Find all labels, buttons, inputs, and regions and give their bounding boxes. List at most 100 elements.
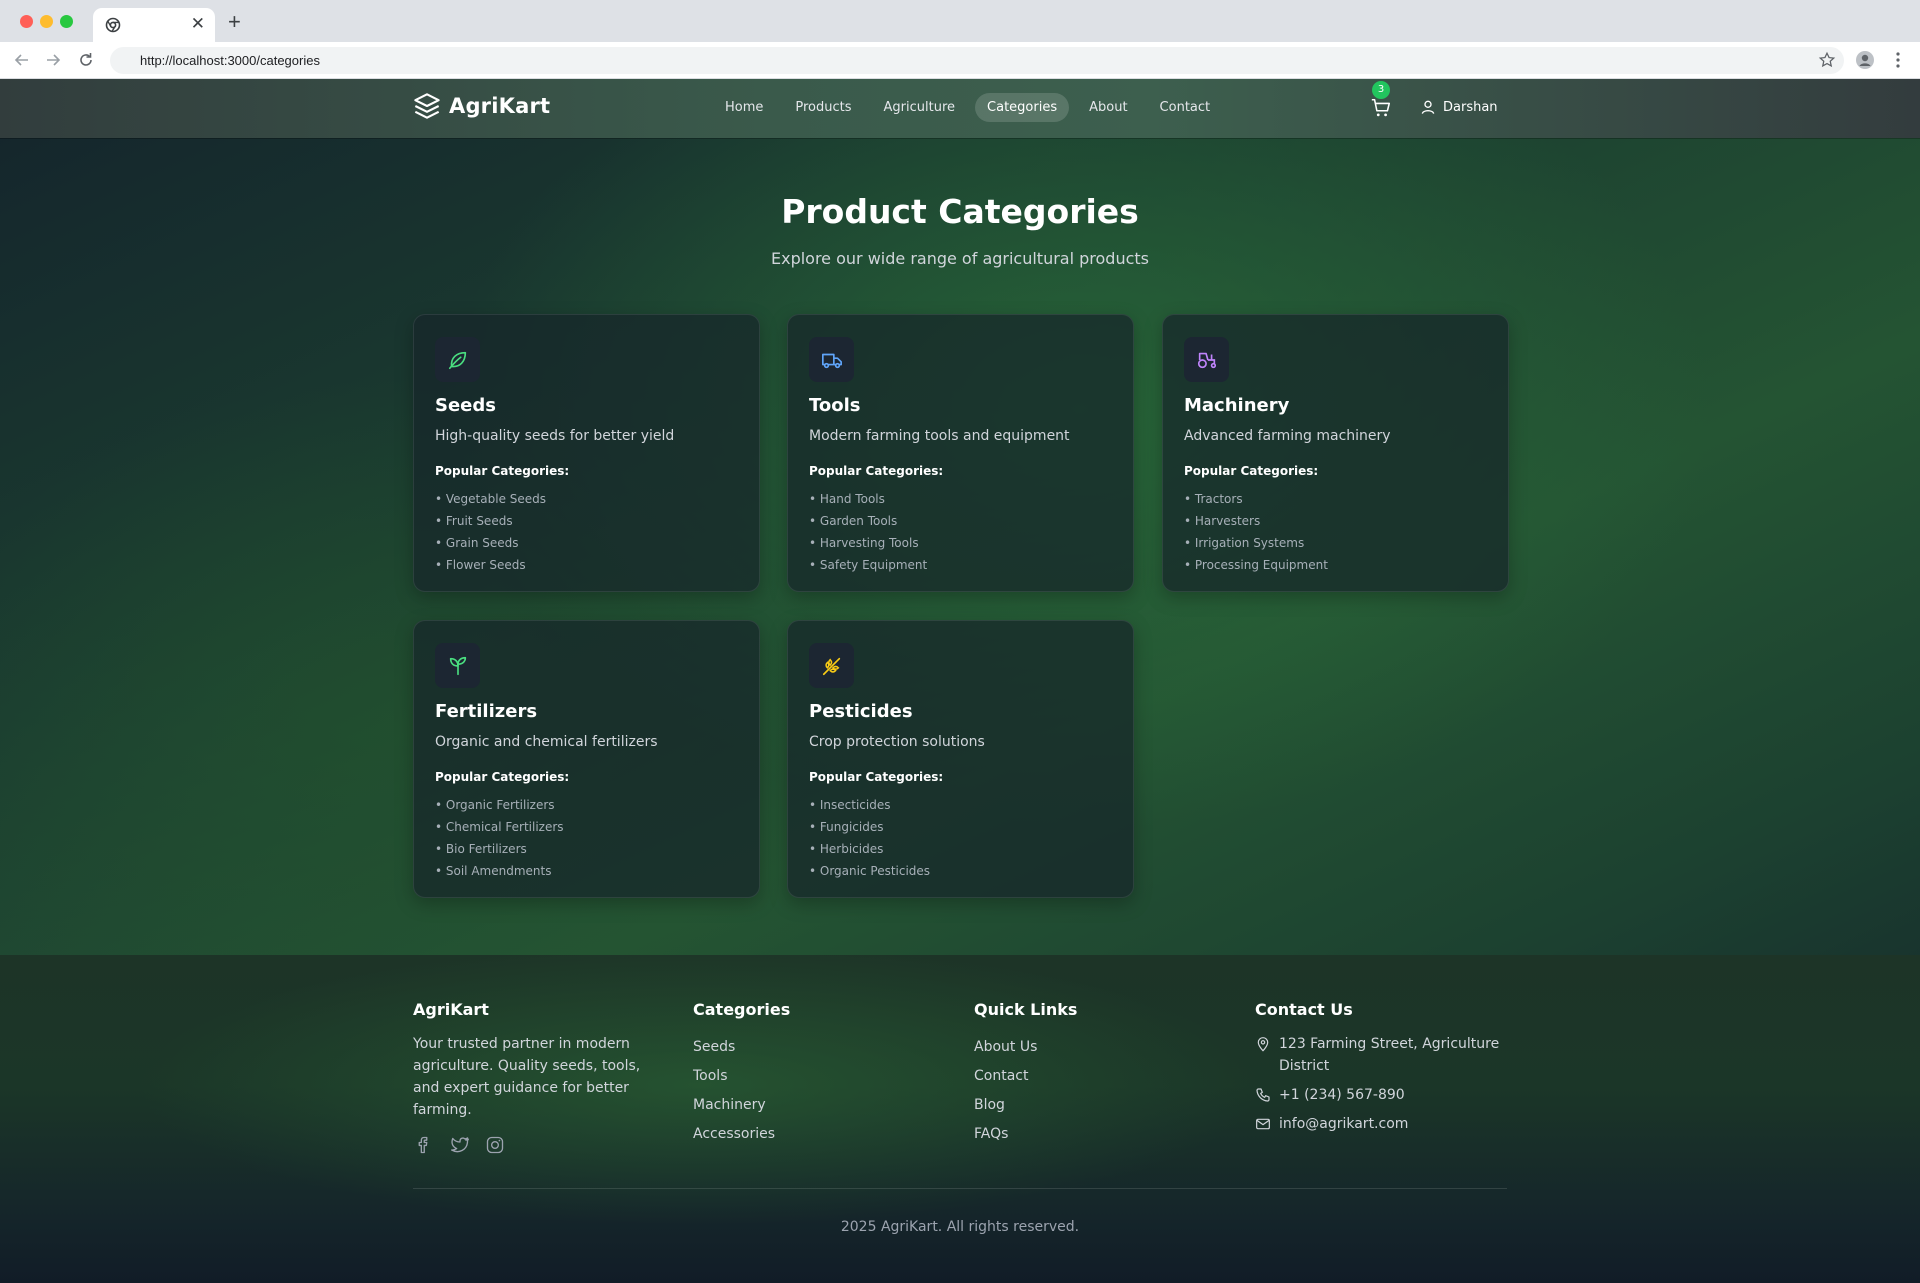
list-item: • Chemical Fertilizers — [435, 820, 564, 834]
nav-link-contact[interactable]: Contact — [1148, 93, 1223, 122]
close-tab-icon[interactable]: ✕ — [191, 14, 205, 34]
category-card-seeds[interactable]: Seeds High-quality seeds for better yiel… — [413, 314, 760, 592]
twitter-icon[interactable] — [449, 1135, 471, 1157]
footer-link-contact[interactable]: Contact — [974, 1062, 1077, 1091]
new-tab-button[interactable]: + — [228, 11, 241, 33]
footer-brand-column: AgriKart Your trusted partner in modern … — [413, 1000, 658, 1157]
url-text[interactable]: http://localhost:3000/categories — [140, 53, 320, 68]
list-item: • Bio Fertilizers — [435, 842, 527, 856]
footer-divider — [413, 1188, 1507, 1189]
nav-link-products[interactable]: Products — [783, 93, 863, 122]
category-card-machinery[interactable]: Machinery Advanced farming machinery Pop… — [1162, 314, 1509, 592]
contact-phone[interactable]: +1 (234) 567-890 — [1255, 1084, 1505, 1106]
footer-contact-title: Contact Us — [1255, 1000, 1353, 1019]
card-title: Seeds — [435, 395, 496, 416]
cart-count-badge: 3 — [1372, 81, 1390, 99]
footer-brand-title: AgriKart — [413, 1000, 489, 1019]
phone-text: +1 (234) 567-890 — [1279, 1087, 1405, 1103]
card-description: Advanced farming machinery — [1184, 428, 1391, 444]
card-title: Fertilizers — [435, 701, 538, 722]
nav-link-home[interactable]: Home — [713, 93, 775, 122]
card-description: Crop protection solutions — [809, 734, 985, 750]
footer-link-blog[interactable]: Blog — [974, 1091, 1077, 1120]
popular-categories-label: Popular Categories: — [1184, 464, 1319, 478]
browser-tab[interactable]: ✕ — [93, 8, 215, 42]
main-nav: Home Products Agriculture Categories Abo… — [713, 93, 1222, 122]
page-title: Product Categories — [781, 192, 1139, 231]
wheat-icon — [822, 657, 840, 675]
footer-quick-links-column: Quick Links About Us Contact Blog FAQs — [974, 1000, 1077, 1149]
site-footer: AgriKart Your trusted partner in modern … — [0, 955, 1920, 1283]
list-item: • Fruit Seeds — [435, 514, 513, 528]
brand-logo[interactable]: AgriKart — [413, 92, 550, 120]
user-menu[interactable]: Darshan — [1420, 99, 1498, 115]
maximize-window-button[interactable] — [60, 15, 73, 28]
footer-link-seeds[interactable]: Seeds — [693, 1033, 790, 1062]
list-item: • Harvesting Tools — [809, 536, 919, 550]
list-item: • Harvesters — [1184, 514, 1261, 528]
popular-categories-label: Popular Categories: — [809, 770, 944, 784]
footer-link-accessories[interactable]: Accessories — [693, 1120, 790, 1149]
site-navbar: AgriKart Home Products Agriculture Categ… — [0, 79, 1920, 138]
card-description: Modern farming tools and equipment — [809, 428, 1070, 444]
list-item: • Vegetable Seeds — [435, 492, 547, 506]
cart-icon[interactable] — [1370, 97, 1392, 119]
menu-kebab-icon[interactable] — [1888, 50, 1908, 70]
copyright-text: 2025 AgriKart. All rights reserved. — [840, 1219, 1080, 1235]
page-viewport: AgriKart Home Products Agriculture Categ… — [0, 79, 1920, 1283]
address-bar[interactable]: http://localhost:3000/categories — [110, 47, 1844, 74]
category-card-pesticides[interactable]: Pesticides Crop protection solutions Pop… — [787, 620, 1134, 898]
contact-email[interactable]: info@agrikart.com — [1255, 1113, 1505, 1135]
footer-categories-title: Categories — [693, 1000, 791, 1019]
leaf-icon — [448, 351, 466, 369]
minimize-window-button[interactable] — [40, 15, 53, 28]
tractor-icon — [1197, 352, 1216, 368]
profile-icon[interactable] — [1855, 50, 1875, 70]
list-item: • Fungicides — [809, 820, 884, 834]
map-pin-icon — [1257, 1037, 1269, 1052]
footer-link-about-us[interactable]: About Us — [974, 1033, 1077, 1062]
list-item: • Hand Tools — [809, 492, 885, 506]
layers-logo-icon — [414, 93, 440, 119]
address-text: 123 Farming Street, Agriculture District — [1279, 1036, 1500, 1074]
footer-contact-column: Contact Us 123 Farming Street, Agricultu… — [1255, 1000, 1505, 1142]
nav-link-agriculture[interactable]: Agriculture — [872, 93, 968, 122]
nav-link-about[interactable]: About — [1077, 93, 1139, 122]
subcategory-list: • Insecticides • Fungicides • Herbicides… — [809, 794, 930, 882]
subcategory-list: • Hand Tools • Garden Tools • Harvesting… — [809, 488, 927, 576]
user-icon — [1421, 100, 1435, 114]
card-icon-box — [435, 337, 480, 382]
close-window-button[interactable] — [20, 15, 33, 28]
footer-link-faqs[interactable]: FAQs — [974, 1120, 1077, 1149]
category-card-fertilizers[interactable]: Fertilizers Organic and chemical fertili… — [413, 620, 760, 898]
page-subtitle: Explore our wide range of agricultural p… — [770, 249, 1150, 268]
footer-link-tools[interactable]: Tools — [693, 1062, 790, 1091]
brand-name: AgriKart — [449, 94, 551, 118]
footer-quick-links-title: Quick Links — [974, 1000, 1078, 1019]
back-arrow-icon[interactable] — [12, 50, 32, 70]
facebook-icon[interactable] — [413, 1135, 435, 1157]
user-name: Darshan — [1443, 99, 1498, 115]
card-title: Pesticides — [809, 701, 913, 722]
contact-address: 123 Farming Street, Agriculture District — [1255, 1033, 1505, 1077]
category-card-tools[interactable]: Tools Modern farming tools and equipment… — [787, 314, 1134, 592]
mail-icon — [1256, 1118, 1270, 1130]
browser-titlebar: ✕ + — [0, 0, 1920, 42]
list-item: • Soil Amendments — [435, 864, 552, 878]
footer-link-machinery[interactable]: Machinery — [693, 1091, 790, 1120]
bookmark-star-icon[interactable] — [1818, 51, 1836, 69]
reload-icon[interactable] — [76, 50, 96, 70]
list-item: • Herbicides — [809, 842, 884, 856]
instagram-icon[interactable] — [485, 1135, 507, 1157]
card-icon-box — [435, 643, 480, 688]
forward-arrow-icon[interactable] — [43, 50, 63, 70]
popular-categories-label: Popular Categories: — [435, 464, 570, 478]
subcategory-list: • Vegetable Seeds • Fruit Seeds • Grain … — [435, 488, 546, 576]
list-item: • Grain Seeds — [435, 536, 519, 550]
card-description: High-quality seeds for better yield — [435, 428, 675, 444]
list-item: • Tractors — [1184, 492, 1243, 506]
truck-icon — [821, 353, 842, 368]
list-item: • Garden Tools — [809, 514, 898, 528]
nav-link-categories[interactable]: Categories — [975, 93, 1070, 122]
card-title: Machinery — [1184, 395, 1290, 416]
